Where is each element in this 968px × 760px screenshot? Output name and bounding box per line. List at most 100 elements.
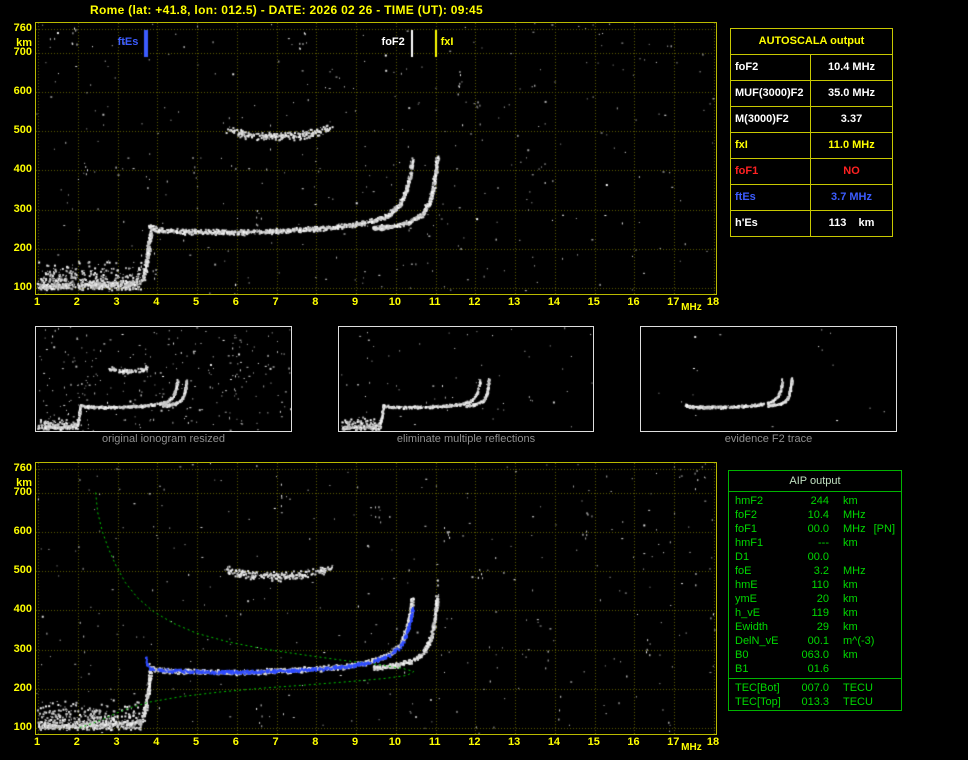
aip-row: TEC[Top] 013.3 TECU bbox=[729, 695, 901, 709]
autoscala-table-title: AUTOSCALA output bbox=[731, 29, 892, 55]
aip-row: foE 3.2 MHz bbox=[729, 564, 901, 578]
aip-table-tec-rows: TEC[Bot] 007.0 TECU TEC[Top] 013.3 TECU bbox=[729, 678, 901, 710]
aip-row: D1 00.0 bbox=[729, 550, 901, 564]
autoscala-param-value: 11.0 MHz bbox=[828, 139, 875, 151]
autoscala-param-value: 10.4 MHz bbox=[827, 61, 876, 73]
y-tick-label: 300 bbox=[13, 202, 32, 215]
y-tick-label: 600 bbox=[13, 524, 32, 537]
aip-param-unit: km bbox=[843, 621, 858, 633]
thumbnail-f2-trace-canvas bbox=[641, 327, 896, 431]
x-tick-label: 6 bbox=[232, 736, 239, 748]
aip-param-extra: [PN] bbox=[873, 523, 896, 535]
x-tick-label: 3 bbox=[113, 296, 120, 308]
y-tick-label: 500 bbox=[13, 564, 32, 577]
thumbnail-caption-filtered: eliminate multiple reflections bbox=[396, 433, 536, 445]
autoscala-param-value: 3.7 MHz bbox=[831, 191, 872, 203]
aip-param-value: 3.2 bbox=[813, 565, 829, 577]
x-tick-label: 11 bbox=[428, 736, 441, 748]
y-tick-label: 300 bbox=[13, 642, 32, 655]
x-tick-label: 7 bbox=[272, 736, 279, 748]
x-tick-label: 15 bbox=[587, 296, 600, 308]
thumbnail-caption-f2-trace: evidence F2 trace bbox=[724, 433, 813, 445]
aip-param-value: 00.1 bbox=[807, 635, 829, 647]
aip-param-name: hmF1 bbox=[735, 537, 764, 549]
aip-param-value: --- bbox=[818, 537, 829, 549]
aip-param-unit: TECU bbox=[843, 696, 873, 708]
x-tick-label: 13 bbox=[508, 736, 521, 748]
x-tick-label: 9 bbox=[352, 736, 359, 748]
x-tick-label: 4 bbox=[153, 296, 160, 308]
thumbnail-original-canvas bbox=[36, 327, 291, 431]
x-tick-label: 9 bbox=[352, 296, 359, 308]
aip-row: hmF1 --- km bbox=[729, 536, 901, 550]
x-tick-label: 3 bbox=[113, 736, 120, 748]
y-tick-label: 760 bbox=[13, 462, 32, 474]
aip-param-value: 29 bbox=[816, 621, 829, 633]
aip-param-value: 00.0 bbox=[807, 523, 829, 535]
x-tick-label: 13 bbox=[508, 296, 521, 308]
aip-param-name: foF2 bbox=[735, 509, 758, 521]
marker-label-ftes: ftEs bbox=[117, 36, 139, 48]
autoscala-row: fxI 11.0 MHz bbox=[731, 133, 892, 159]
aip-param-name: B1 bbox=[735, 663, 749, 675]
bottom-ionogram-canvas bbox=[35, 462, 717, 735]
aip-param-unit: km bbox=[843, 649, 858, 661]
aip-param-name: h_vE bbox=[735, 607, 761, 619]
x-tick-label: 8 bbox=[312, 296, 319, 308]
aip-param-unit: km bbox=[843, 593, 858, 605]
autoscala-param-label: foF1 bbox=[731, 159, 811, 184]
aip-param-name: D1 bbox=[735, 551, 750, 563]
x-tick-label: 2 bbox=[73, 296, 80, 308]
bottom-ionogram-plot: 100 200 300 400 500 600 700 760 km 1 2 3 4 5 6 7 8 9 10 11 1… bbox=[0, 454, 724, 760]
autoscala-screen: Rome (lat: +41.8, lon: 012.5) - DATE: 20… bbox=[0, 0, 968, 755]
autoscala-param-value: 113 km bbox=[828, 217, 875, 229]
x-tick-label: 7 bbox=[272, 296, 279, 308]
autoscala-row: M(3000)F2 3.37 bbox=[731, 107, 892, 133]
aip-param-value: 20 bbox=[816, 593, 829, 605]
x-tick-label: 10 bbox=[388, 296, 401, 308]
y-tick-label: 400 bbox=[13, 603, 32, 616]
aip-param-extra bbox=[858, 606, 866, 620]
aip-param-value: 01.6 bbox=[807, 663, 829, 675]
aip-param-name: foF1 bbox=[735, 523, 758, 535]
x-tick-label: 8 bbox=[312, 736, 319, 748]
aip-param-extra bbox=[874, 634, 882, 648]
top-ionogram-canvas bbox=[35, 22, 717, 295]
y-tick-label: 200 bbox=[13, 681, 32, 694]
autoscala-param-value: NO bbox=[843, 165, 860, 177]
aip-param-extra bbox=[843, 662, 851, 676]
aip-param-unit: MHz bbox=[843, 523, 866, 535]
aip-param-extra bbox=[858, 578, 866, 592]
aip-table-title: AIP output bbox=[729, 471, 901, 492]
aip-row: hmE 110 km bbox=[729, 578, 901, 592]
autoscala-param-label: h'Es bbox=[731, 211, 811, 236]
x-tick-label: 14 bbox=[547, 296, 561, 308]
aip-param-unit: MHz bbox=[843, 509, 866, 521]
aip-param-value: 10.4 bbox=[807, 509, 829, 521]
aip-param-value: 119 bbox=[811, 607, 829, 619]
x-tick-label: 11 bbox=[428, 296, 441, 308]
aip-param-name: hmF2 bbox=[735, 495, 764, 507]
aip-param-unit: MHz bbox=[843, 565, 866, 577]
aip-row: foF1 00.0 MHz [PN] bbox=[729, 522, 901, 536]
autoscala-table-rows: foF2 10.4 MHz MUF(3000)F2 35.0 MHz M(3000)F2… bbox=[731, 55, 892, 236]
aip-param-extra bbox=[866, 508, 874, 522]
aip-param-extra bbox=[843, 550, 851, 564]
aip-param-value: 110 bbox=[811, 579, 829, 591]
x-axis-unit: MHz bbox=[681, 742, 702, 753]
x-tick-label: 12 bbox=[468, 296, 481, 308]
aip-row: hmF2 244 km bbox=[729, 494, 901, 508]
autoscala-output-table: AUTOSCALA output foF2 10.4 MHz MUF(3000)F2… bbox=[730, 28, 893, 237]
autoscala-param-value: 3.37 bbox=[840, 113, 863, 125]
aip-param-name: TEC[Bot] bbox=[735, 682, 780, 694]
aip-param-name: B0 bbox=[735, 649, 749, 661]
autoscala-param-label: foF2 bbox=[731, 55, 811, 80]
marker-label-fof2: foF2 bbox=[381, 36, 405, 48]
aip-table-rows: hmF2 244 km foF2 10.4 MHz foF1 00.0 MHz [PN] hmF1 -… bbox=[729, 492, 901, 676]
aip-param-extra bbox=[858, 592, 866, 606]
aip-param-name: TEC[Top] bbox=[735, 696, 781, 708]
y-tick-label: 500 bbox=[13, 124, 32, 137]
autoscala-row: foF2 10.4 MHz bbox=[731, 55, 892, 81]
aip-param-unit: km bbox=[843, 607, 858, 619]
aip-param-name: ymE bbox=[735, 593, 757, 605]
